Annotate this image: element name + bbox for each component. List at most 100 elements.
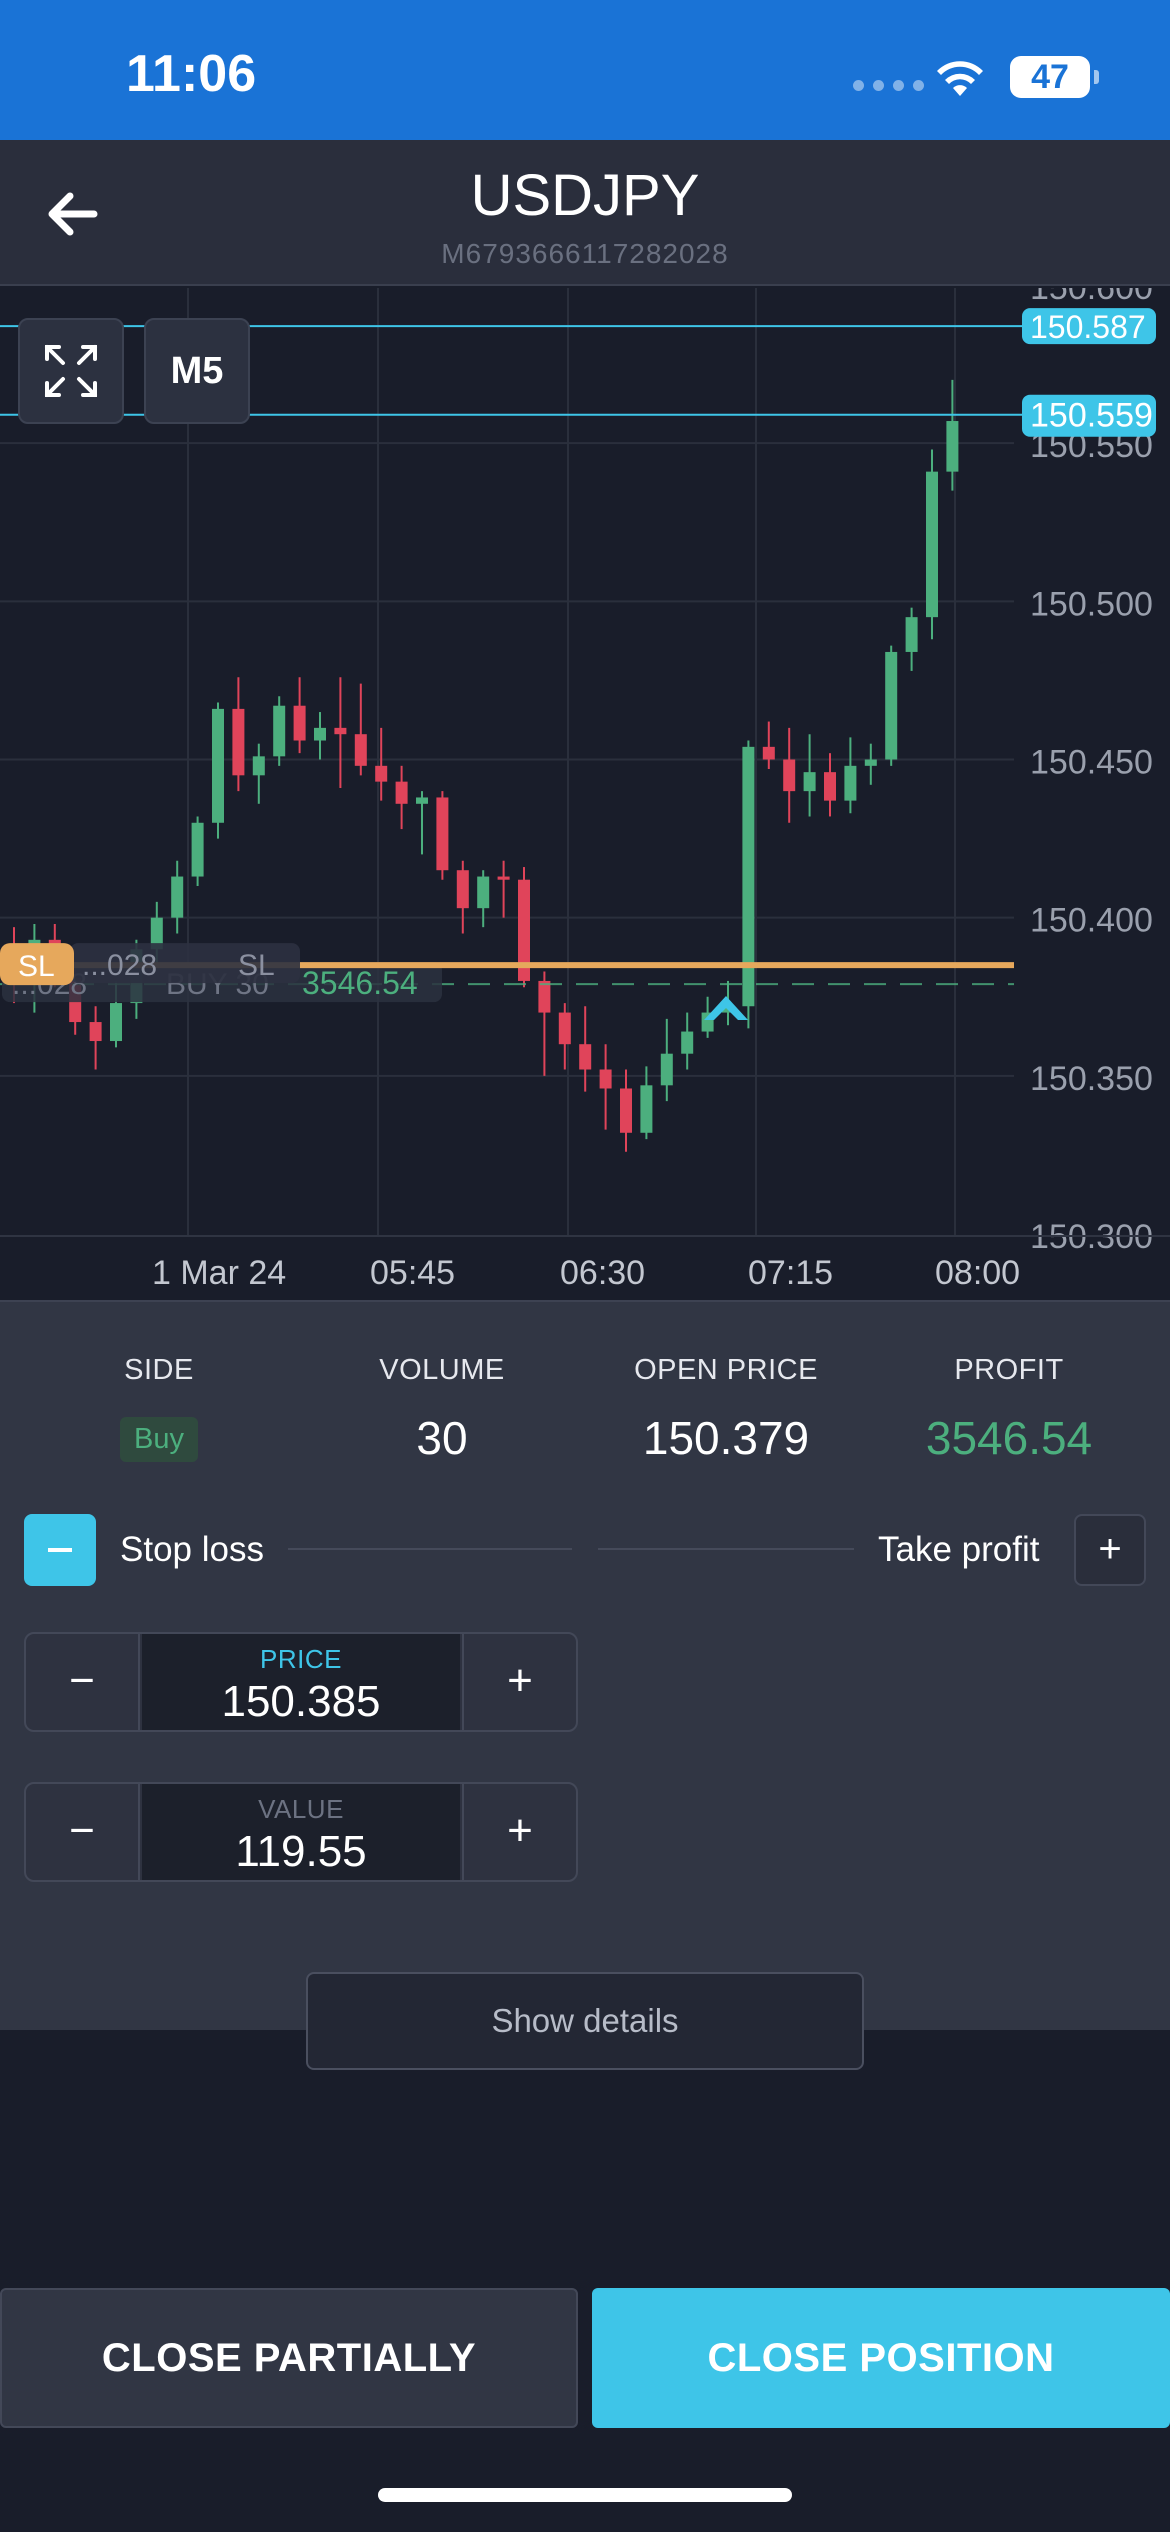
- candle-body: [314, 727, 326, 741]
- volume-value: 30: [416, 1412, 468, 1464]
- candle-body: [110, 1003, 122, 1042]
- value-decrement-button[interactable]: −: [26, 1784, 140, 1880]
- candle-body: [620, 1088, 632, 1133]
- candle-body: [538, 980, 551, 1013]
- buy-marker-icon: [704, 996, 748, 1020]
- price-tick-label: 150.350: [1030, 1060, 1153, 1098]
- candle-body: [599, 1069, 612, 1089]
- instrument-title: USDJPY: [470, 163, 700, 228]
- candle-body: [824, 772, 836, 801]
- candle-body: [232, 708, 245, 776]
- candle-body: [885, 651, 898, 760]
- candle-body: [762, 746, 775, 760]
- value-field[interactable]: VALUE 119.55: [142, 1784, 460, 1880]
- candlestick-chart[interactable]: 150.600150.550150.500150.450150.400150.3…: [0, 288, 1170, 1300]
- price-tick-label: 150.500: [1030, 585, 1153, 623]
- candle-body: [558, 1012, 571, 1045]
- time-tick-label: 07:15: [748, 1254, 833, 1292]
- profit-value: 3546.54: [925, 1412, 1093, 1464]
- candle-body: [395, 781, 408, 804]
- status-bar: 11:06 47: [0, 0, 1170, 140]
- open-price-value: 150.379: [642, 1412, 810, 1464]
- candle-body: [293, 705, 306, 741]
- candle-body: [783, 759, 796, 792]
- position-id: M6793666117282028: [441, 238, 729, 269]
- price-decrement-button[interactable]: −: [26, 1634, 140, 1730]
- candle-body: [334, 727, 347, 735]
- open-price-stat: OPEN PRICE 150.379: [601, 1354, 851, 1465]
- stop-loss-label: ...028: [82, 949, 157, 982]
- profit-stat: PROFIT 3546.54: [884, 1354, 1134, 1465]
- side-label: SIDE: [124, 1354, 194, 1386]
- stop-loss-tag: SL: [18, 950, 55, 983]
- candle-body: [273, 705, 286, 757]
- price-caption: PRICE: [260, 1644, 342, 1674]
- price-tick-label: 150.600: [1030, 288, 1153, 307]
- stop-loss-value-stepper: − VALUE 119.55 +: [24, 1782, 578, 1882]
- value-value: 119.55: [235, 1827, 367, 1876]
- volume-label: VOLUME: [379, 1354, 505, 1386]
- candle-body: [660, 1053, 673, 1086]
- candle-body: [89, 1022, 102, 1042]
- stop-loss-price-stepper: − PRICE 150.385 +: [24, 1632, 578, 1732]
- candle-body: [905, 617, 918, 652]
- divider: [598, 1548, 854, 1550]
- fullscreen-button[interactable]: [18, 318, 124, 424]
- take-profit-add-button[interactable]: +: [1074, 1514, 1146, 1586]
- candle-body: [212, 708, 224, 823]
- candle-body: [640, 1085, 653, 1133]
- stop-loss-toggle[interactable]: [24, 1514, 96, 1586]
- expand-icon: [45, 345, 97, 397]
- entry-profit-text: 3546.54: [302, 965, 418, 1001]
- position-panel: SIDE Buy VOLUME 30 OPEN PRICE 150.379 PR…: [0, 1300, 1170, 2030]
- price-tick-label: 150.400: [1030, 902, 1153, 940]
- candle-body: [171, 876, 184, 918]
- candle-body: [252, 756, 265, 776]
- ask-price-label: 150.587: [1030, 309, 1146, 345]
- open-price-label: OPEN PRICE: [634, 1354, 818, 1386]
- candle-body: [436, 797, 449, 871]
- price-field[interactable]: PRICE 150.385: [142, 1634, 460, 1730]
- home-indicator: [378, 2488, 792, 2502]
- candle-body: [864, 759, 877, 766]
- price-tick-label: 150.450: [1030, 744, 1153, 782]
- candle-body: [497, 876, 510, 880]
- candle-body: [456, 870, 469, 909]
- time-tick-label: 1 Mar 24: [152, 1254, 286, 1292]
- timeframe-button[interactable]: M5: [144, 318, 250, 424]
- candle-body: [477, 876, 490, 909]
- time-tick-label: 05:45: [370, 1254, 455, 1292]
- candle-body: [844, 765, 857, 801]
- candle-body: [926, 471, 938, 618]
- candle-body: [681, 1031, 694, 1054]
- close-position-button[interactable]: CLOSE POSITION: [592, 2288, 1170, 2428]
- side-badge: Buy: [120, 1417, 198, 1462]
- take-profit-label: Take profit: [878, 1530, 1040, 1569]
- show-details-button[interactable]: Show details: [306, 1972, 864, 2070]
- candle-body: [946, 421, 959, 472]
- minus-icon: [48, 1548, 72, 1552]
- candle-body: [416, 797, 428, 804]
- divider: [288, 1548, 572, 1550]
- status-time: 11:06: [126, 45, 257, 103]
- candle-body: [579, 1044, 592, 1070]
- time-tick-label: 06:30: [560, 1254, 645, 1292]
- header: USDJPY M6793666117282028: [0, 140, 1170, 286]
- price-increment-button[interactable]: +: [462, 1634, 576, 1730]
- value-caption: VALUE: [258, 1794, 344, 1824]
- stop-loss-text: SL: [238, 949, 275, 982]
- wifi-icon: [937, 61, 983, 96]
- side-stat: SIDE Buy: [34, 1354, 284, 1462]
- value-increment-button[interactable]: +: [462, 1784, 576, 1880]
- price-value: 150.385: [221, 1677, 381, 1726]
- battery-icon: 47: [1010, 56, 1099, 98]
- candle-body: [191, 822, 204, 877]
- stop-loss-label: Stop loss: [120, 1530, 264, 1569]
- price-chart[interactable]: 150.600 150.550 150.500 150.450 150.400 150.3…: [0, 288, 1170, 1300]
- time-tick-label: 08:00: [935, 1254, 1020, 1292]
- volume-stat: VOLUME 30: [317, 1354, 567, 1465]
- close-partially-button[interactable]: CLOSE PARTIALLY: [0, 2288, 578, 2428]
- candle-body: [803, 772, 816, 792]
- bid-price-label: 150.559: [1030, 397, 1153, 435]
- cellular-signal-icon: [853, 80, 924, 91]
